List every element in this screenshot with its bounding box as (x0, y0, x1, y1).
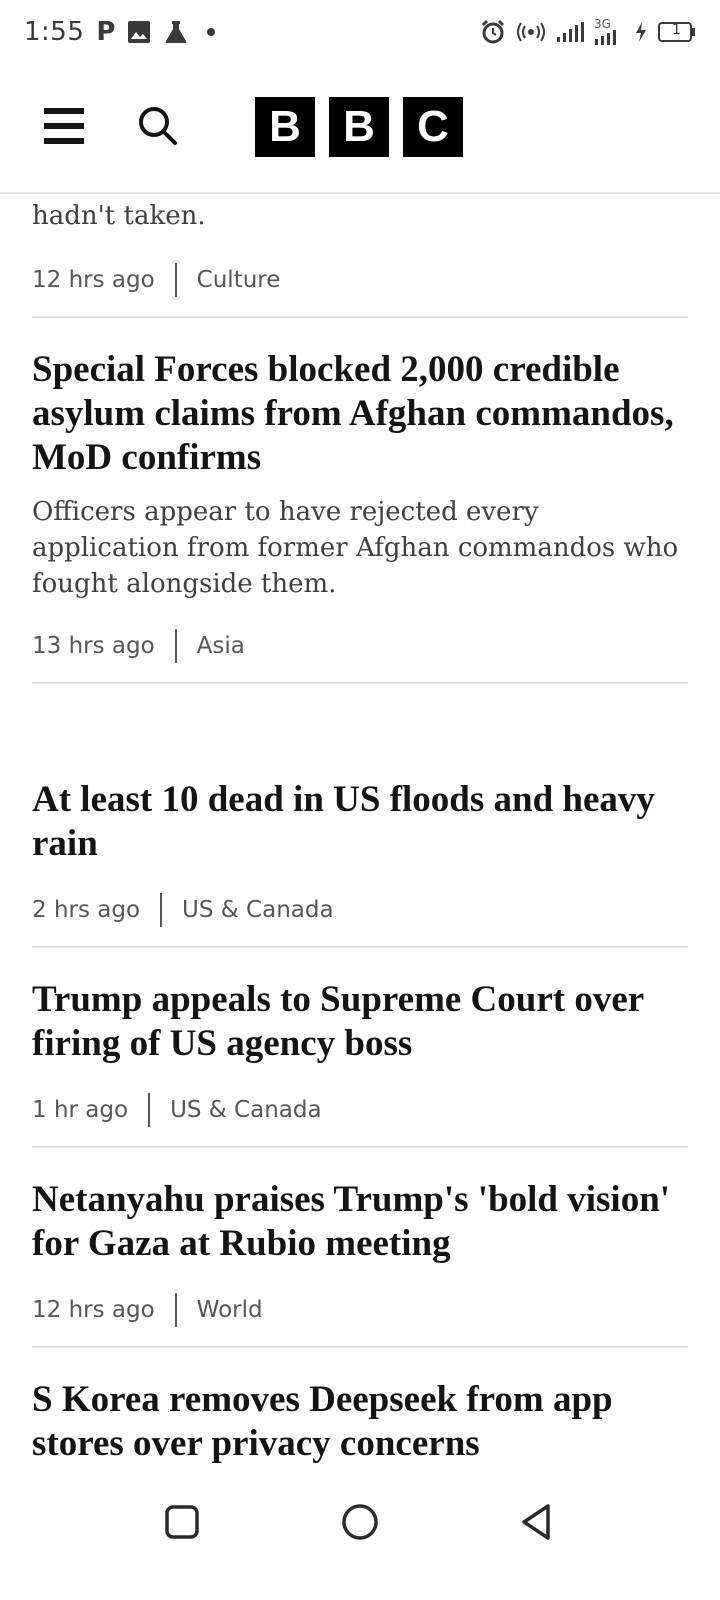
search-icon (139, 107, 177, 145)
article-time: 13 hrs ago (32, 633, 155, 659)
alarm-icon (480, 19, 506, 45)
bbc-logo[interactable]: B B C (255, 97, 463, 157)
article-item[interactable]: Trump appeals to Supreme Court over firi… (32, 948, 688, 1148)
article-item[interactable]: At least 10 dead in US floods and heavy … (32, 764, 688, 948)
dot-icon (207, 28, 216, 36)
article-meta: 12 hrs ago World (32, 1292, 688, 1328)
article-section[interactable]: World (197, 1297, 263, 1323)
article-headline[interactable]: S Korea removes Deepseek from app stores… (32, 1378, 688, 1466)
recents-button[interactable] (164, 1504, 200, 1540)
article-section[interactable]: Culture (197, 267, 281, 293)
article-headline[interactable]: Special Forces blocked 2,000 credible as… (32, 348, 688, 480)
meta-divider (148, 1093, 151, 1127)
flask-icon (163, 19, 189, 45)
recents-icon (165, 1505, 199, 1539)
search-button[interactable] (136, 104, 180, 148)
article-time: 1 hr ago (32, 1097, 129, 1123)
article-item[interactable]: Netanyahu praises Trump's 'bold vision' … (32, 1148, 688, 1348)
signal-4g-icon: 3G (594, 17, 624, 45)
partial-snippet-wrap: hadn't taken. (32, 196, 688, 236)
article-time: 12 hrs ago (32, 1297, 155, 1323)
back-icon (522, 1504, 550, 1540)
article-headline[interactable]: Trump appeals to Supreme Court over firi… (32, 978, 688, 1066)
article-section[interactable]: US & Canada (170, 1097, 322, 1123)
article-list: hadn't taken. 12 hrs ago Culture Special… (32, 196, 688, 1466)
battery-level: 1 (672, 22, 681, 38)
site-header: B B C (0, 64, 720, 194)
status-time: 1:55 (24, 17, 85, 47)
signal-icon (556, 21, 584, 43)
menu-button[interactable] (44, 108, 84, 144)
parking-icon: P (96, 17, 116, 47)
status-left-icons: P (96, 17, 216, 47)
article-meta: 2 hrs ago US & Canada (32, 892, 688, 928)
article-meta: 1 hr ago US & Canada (32, 1092, 688, 1128)
article-section[interactable]: US & Canada (182, 897, 334, 923)
article-meta: 12 hrs ago Culture (32, 262, 688, 298)
meta-divider (174, 263, 177, 297)
home-button[interactable] (340, 1502, 380, 1542)
system-nav-bar (0, 1480, 720, 1600)
article-section[interactable]: Asia (197, 633, 245, 659)
logo-letter: B (255, 97, 315, 157)
article-headline[interactable]: At least 10 dead in US floods and heavy … (32, 778, 688, 866)
article-summary: hadn't taken. (32, 201, 206, 231)
image-icon (127, 20, 151, 44)
article-item[interactable]: Special Forces blocked 2,000 credible as… (32, 318, 688, 684)
article-headline[interactable]: Netanyahu praises Trump's 'bold vision' … (32, 1178, 688, 1266)
article-summary: Officers appear to have rejected every a… (32, 497, 679, 599)
article-time: 12 hrs ago (32, 267, 155, 293)
menu-icon-bar (44, 138, 84, 144)
meta-divider (174, 1293, 177, 1327)
menu-icon-bar (44, 108, 84, 114)
meta-divider (160, 893, 163, 927)
hotspot-icon (516, 21, 546, 43)
logo-letter: C (403, 97, 463, 157)
article-item-partial[interactable]: hadn't taken. 12 hrs ago Culture (32, 196, 688, 318)
back-button[interactable] (518, 1502, 554, 1542)
status-bar: 1:55 P 3G 1 (0, 0, 720, 64)
menu-icon-bar (44, 123, 84, 129)
home-icon (342, 1504, 378, 1540)
battery-icon: 1 (658, 21, 696, 43)
article-meta: 13 hrs ago Asia (32, 628, 688, 664)
status-right-icons: 3G 1 (480, 17, 696, 45)
article-item[interactable]: S Korea removes Deepseek from app stores… (32, 1348, 688, 1466)
article-time: 2 hrs ago (32, 897, 141, 923)
meta-divider (174, 629, 177, 663)
charging-icon (634, 21, 648, 43)
logo-letter: B (329, 97, 389, 157)
